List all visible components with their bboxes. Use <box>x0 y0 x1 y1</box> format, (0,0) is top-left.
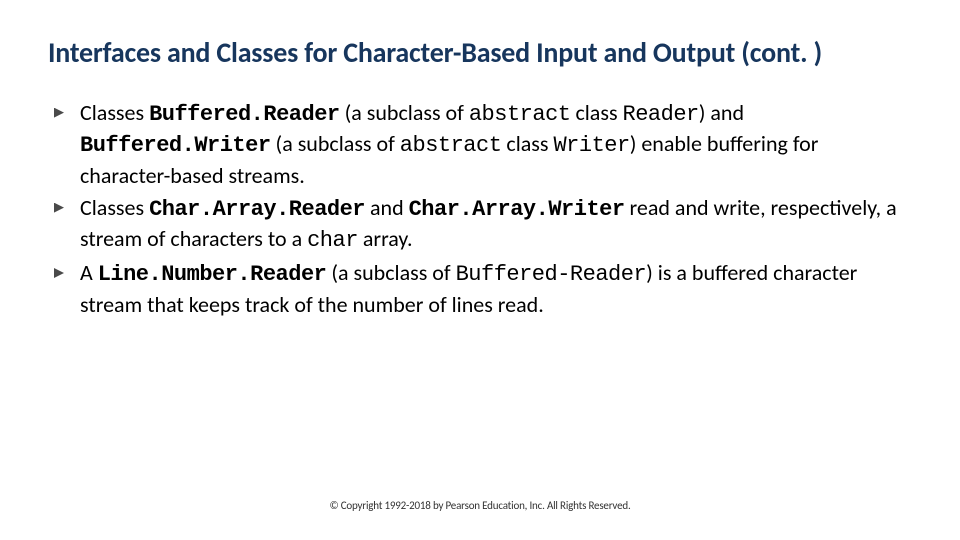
list-item: Classes Char.Array.Reader and Char.Array… <box>52 193 912 256</box>
list-item: Classes Buffered.Reader (a subclass of a… <box>52 98 912 191</box>
list-item: A Line.Number.Reader (a subclass of Buff… <box>52 258 912 319</box>
slide: Interfaces and Classes for Character-Bas… <box>0 0 960 540</box>
page-title: Interfaces and Classes for Character-Bas… <box>48 36 912 70</box>
bullet-list: Classes Buffered.Reader (a subclass of a… <box>48 98 912 320</box>
copyright-footer: © Copyright 1992-2018 by Pearson Educati… <box>0 499 960 512</box>
